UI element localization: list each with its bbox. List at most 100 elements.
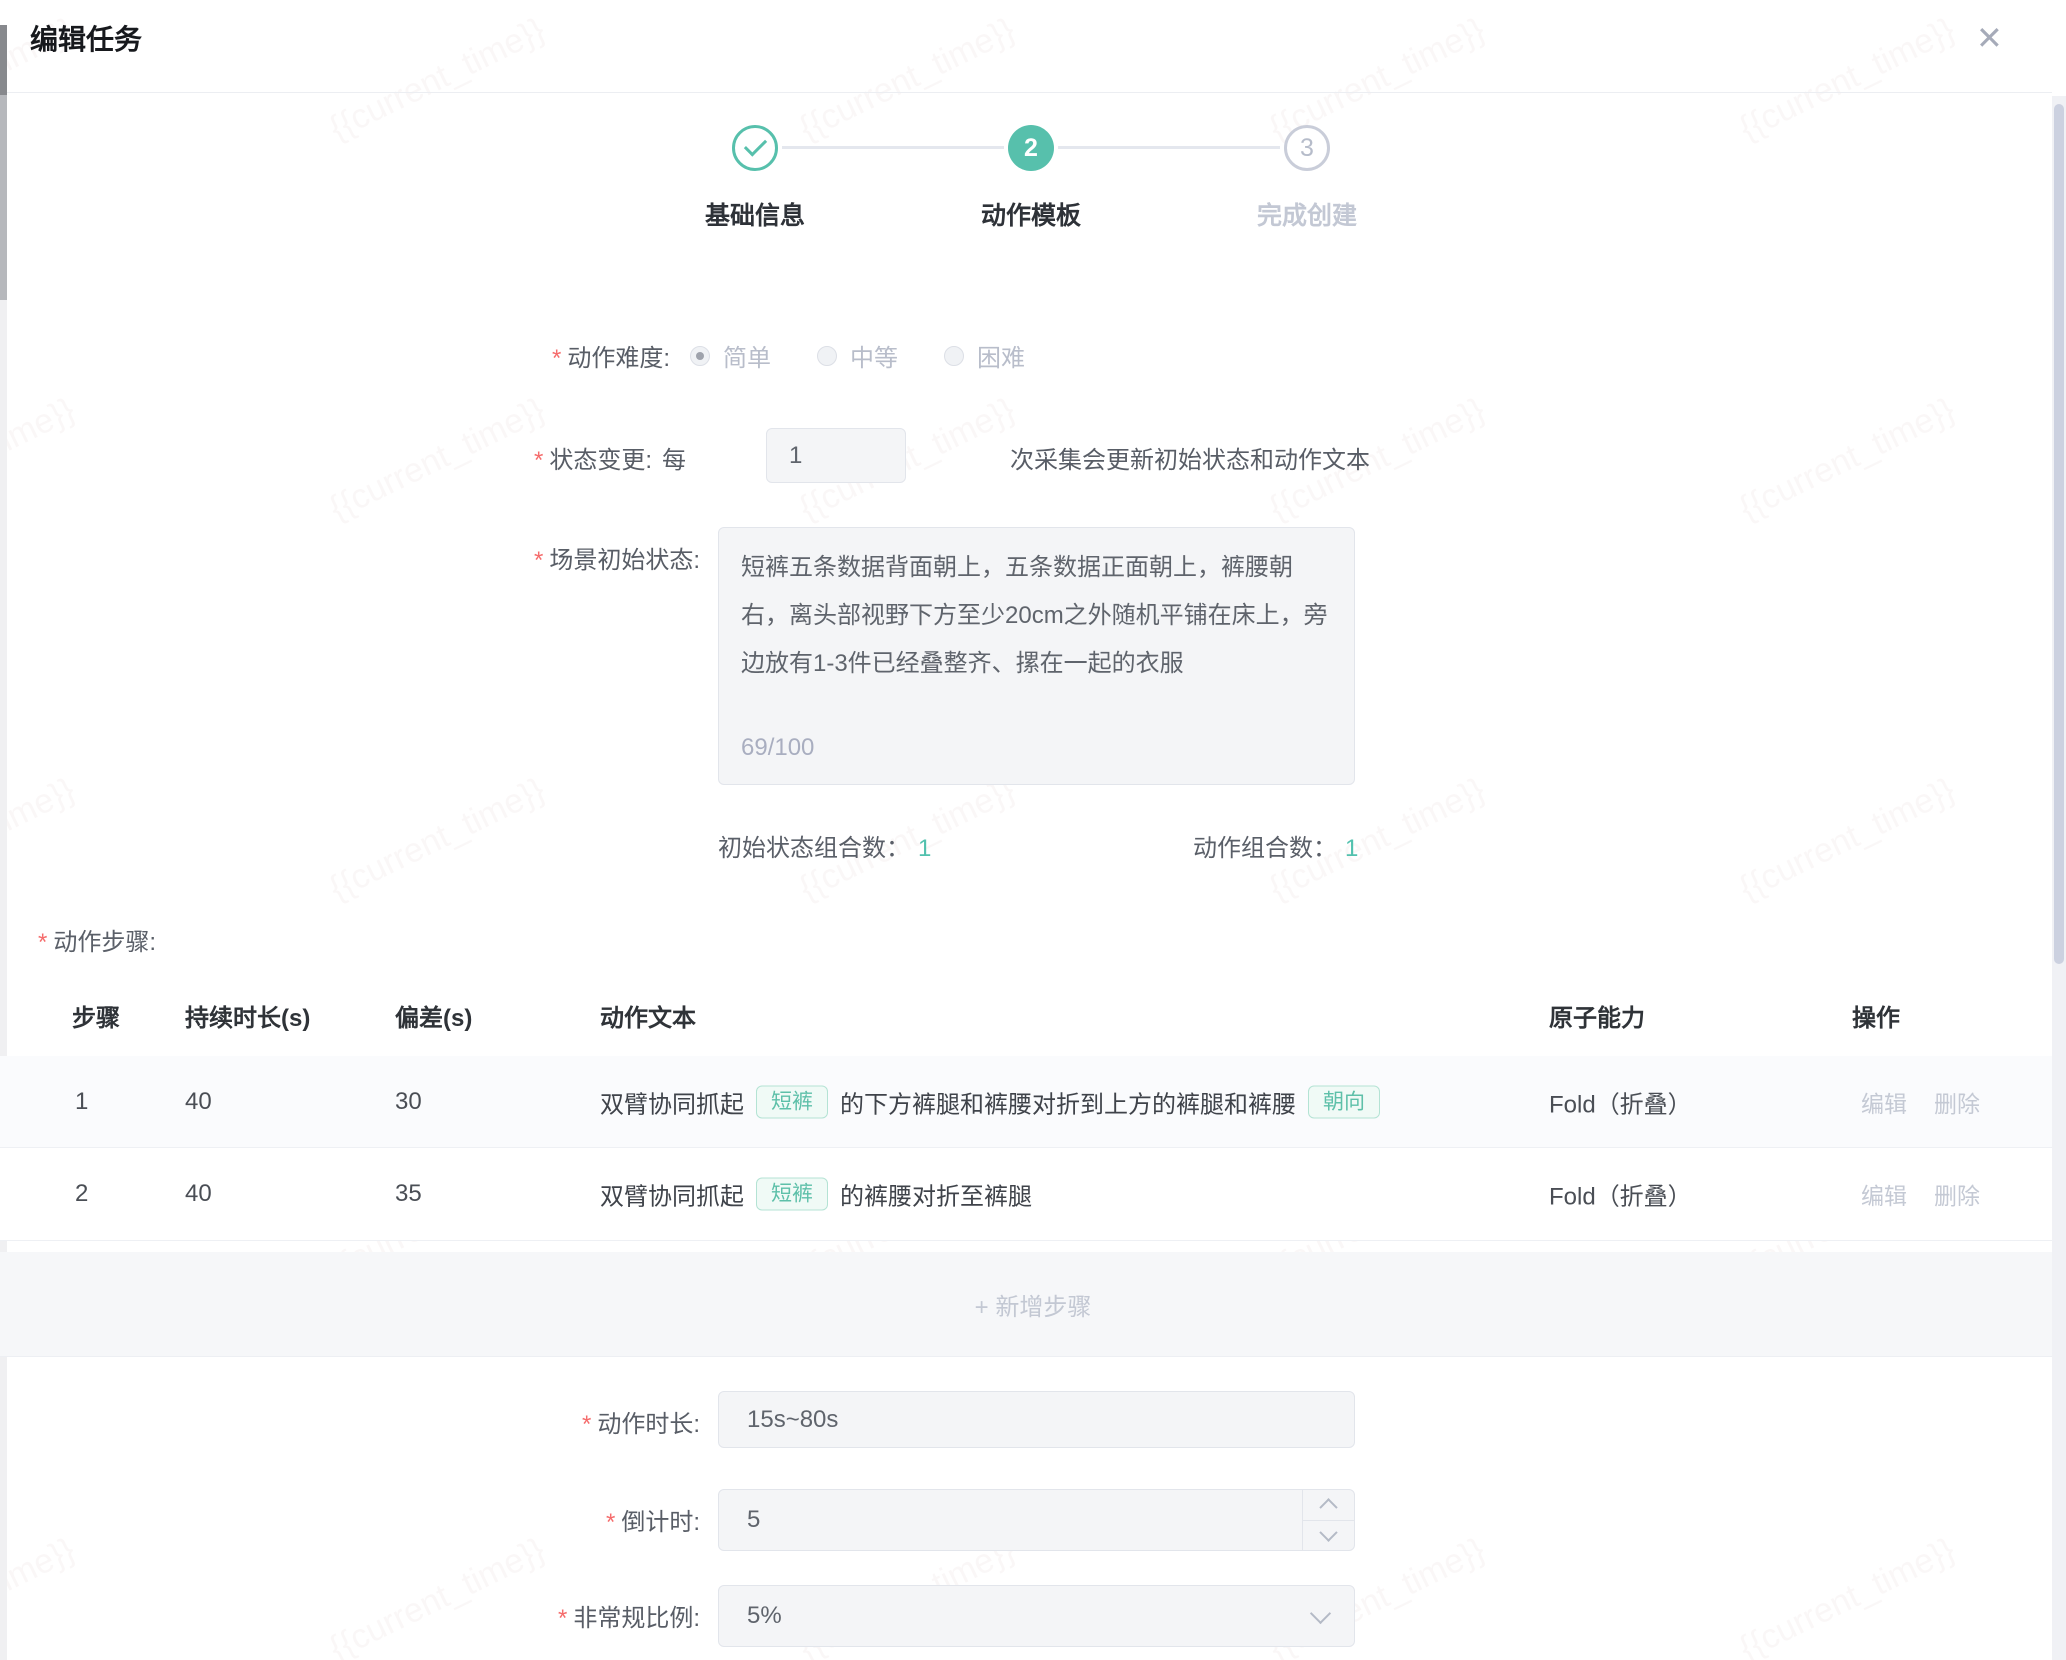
action-combo-count: 动作组合数：1: [1193, 828, 1358, 863]
action-text: 的裤腰对折至裤腿: [840, 1177, 1032, 1212]
step-number-cell: 1: [75, 1088, 88, 1116]
unusual-ratio-value: 5%: [747, 1602, 782, 1630]
radio-label: 困难: [977, 338, 1025, 373]
watermark-text: {{current_time}}: [793, 11, 1021, 149]
chevron-up-icon: [1319, 1498, 1337, 1516]
delete-button[interactable]: 删除: [1934, 1177, 1980, 1211]
unusual-ratio-label: *非常规比例:: [370, 1598, 700, 1633]
watermark-text: {{current_time}}: [1733, 11, 1961, 149]
object-tag: 朝向: [1308, 1085, 1380, 1118]
action-combo-value: 1: [1345, 835, 1358, 862]
close-icon[interactable]: ✕: [1976, 22, 2003, 54]
step-3-circle: 3: [1284, 125, 1330, 171]
number-spinner: [1302, 1490, 1354, 1550]
radio-dot: [696, 352, 704, 360]
watermark-text: {{current_time}}: [1733, 771, 1961, 909]
countdown-input[interactable]: 5: [718, 1489, 1355, 1551]
chevron-down-icon: [1310, 1603, 1331, 1624]
object-tag: 短裤: [756, 1085, 828, 1118]
state-change-suffix: 次采集会更新初始状态和动作文本: [1010, 440, 1370, 475]
required-mark: *: [38, 929, 47, 956]
dialog-title: 编辑任务: [30, 18, 142, 58]
radio-icon[interactable]: [817, 346, 837, 366]
watermark-text: {{current_time}}: [1733, 1531, 1961, 1660]
required-mark: *: [582, 1411, 591, 1438]
watermark-text: {{current_time}}: [0, 771, 81, 909]
col-ability: 原子能力: [1549, 998, 1645, 1033]
spinner-down-button[interactable]: [1303, 1521, 1354, 1551]
action-text-cell: 双臂协同抓起短裤的下方裤腿和裤腰对折到上方的裤腿和裤腰朝向: [600, 1084, 1392, 1119]
watermark-text: {{current_time}}: [323, 11, 551, 149]
window-edge: [0, 25, 7, 95]
add-step-row[interactable]: + 新增步骤: [0, 1252, 2066, 1357]
difficulty-radio-group: 简单 中等 困难: [690, 338, 1025, 373]
action-text: 的下方裤腿和裤腰对折到上方的裤腿和裤腰: [840, 1084, 1296, 1119]
watermark-text: {{current_time}}: [323, 771, 551, 909]
ability-cell: Fold（折叠）: [1549, 1177, 1692, 1212]
duration-value: 15s~80s: [747, 1406, 838, 1434]
table-row: 14030双臂协同抓起短裤的下方裤腿和裤腰对折到上方的裤腿和裤腰朝向Fold（折…: [0, 1056, 2066, 1148]
state-change-input[interactable]: 1: [766, 428, 906, 483]
step-1-circle: [732, 125, 778, 171]
edit-button[interactable]: 编辑: [1861, 1177, 1907, 1211]
step-2-number: 2: [1024, 134, 1038, 163]
deviation-cell: 30: [395, 1088, 422, 1116]
watermark-text: {{current_time}}: [323, 1531, 551, 1660]
state-change-prefix: 每: [662, 440, 686, 475]
difficulty-option-中等[interactable]: 中等: [817, 338, 898, 373]
radio-label: 中等: [850, 338, 898, 373]
initial-combo-count: 初始状态组合数：1: [718, 828, 931, 863]
scrollbar-track[interactable]: [2052, 96, 2066, 1660]
watermark-text: {{current_time}}: [1733, 391, 1961, 529]
step-number-cell: 2: [75, 1180, 88, 1208]
radio-selected-icon[interactable]: [690, 346, 710, 366]
edit-task-dialog: {{current_time}} {{current_time}} {{curren…: [0, 0, 2066, 1660]
step-3-label: 完成创建: [1197, 196, 1417, 232]
edit-button[interactable]: 编辑: [1861, 1085, 1907, 1119]
stepper-connector: [782, 146, 1004, 149]
window-edge: [0, 300, 7, 1660]
countdown-label: *倒计时:: [370, 1502, 700, 1537]
table-row: 24035双臂协同抓起短裤的裤腰对折至裤腿Fold（折叠）编辑删除: [0, 1148, 2066, 1241]
check-icon: [743, 133, 766, 156]
col-deviation: 偏差(s): [395, 998, 472, 1033]
col-text: 动作文本: [600, 998, 696, 1033]
required-mark: *: [606, 1509, 615, 1536]
col-step: 步骤: [72, 998, 120, 1033]
watermark-text: {{current_time}}: [0, 1531, 81, 1660]
spinner-up-button[interactable]: [1303, 1490, 1354, 1521]
state-change-label: *状态变更:: [322, 440, 652, 475]
duration-input[interactable]: 15s~80s: [718, 1391, 1355, 1448]
difficulty-option-简单[interactable]: 简单: [690, 338, 771, 373]
action-text: 双臂协同抓起: [600, 1177, 744, 1212]
step-3-number: 3: [1300, 134, 1314, 163]
char-counter: 69/100: [741, 724, 814, 772]
difficulty-option-困难[interactable]: 困难: [944, 338, 1025, 373]
add-step-button[interactable]: + 新增步骤: [975, 1287, 1092, 1322]
state-change-value: 1: [789, 442, 802, 470]
required-mark: *: [534, 447, 543, 474]
unusual-ratio-select[interactable]: 5%: [718, 1585, 1355, 1647]
scrollbar-thumb[interactable]: [2054, 104, 2064, 964]
radio-label: 简单: [723, 338, 771, 373]
initial-state-label: *场景初始状态:: [370, 540, 700, 575]
initial-combo-value: 1: [918, 835, 931, 862]
header-divider: [7, 92, 2052, 93]
col-duration: 持续时长(s): [185, 998, 310, 1033]
action-text-cell: 双臂协同抓起短裤的裤腰对折至裤腿: [600, 1177, 1032, 1212]
chevron-down-icon: [1319, 1523, 1337, 1541]
countdown-value: 5: [747, 1506, 760, 1534]
radio-icon[interactable]: [944, 346, 964, 366]
delete-button[interactable]: 删除: [1934, 1085, 1980, 1119]
watermark-text: {{current_time}}: [0, 391, 81, 529]
col-actions: 操作: [1852, 998, 1900, 1033]
step-1-label: 基础信息: [645, 196, 865, 232]
window-edge: [0, 95, 7, 300]
required-mark: *: [552, 345, 561, 372]
stepper-connector: [1058, 146, 1280, 149]
initial-state-text: 短裤五条数据背面朝上，五条数据正面朝上，裤腰朝右，离头部视野下方至少20cm之外…: [741, 554, 1328, 677]
initial-state-textarea[interactable]: 短裤五条数据背面朝上，五条数据正面朝上，裤腰朝右，离头部视野下方至少20cm之外…: [718, 527, 1355, 785]
ability-cell: Fold（折叠）: [1549, 1084, 1692, 1119]
action-steps-label: *动作步骤:: [38, 922, 156, 957]
required-mark: *: [558, 1605, 567, 1632]
